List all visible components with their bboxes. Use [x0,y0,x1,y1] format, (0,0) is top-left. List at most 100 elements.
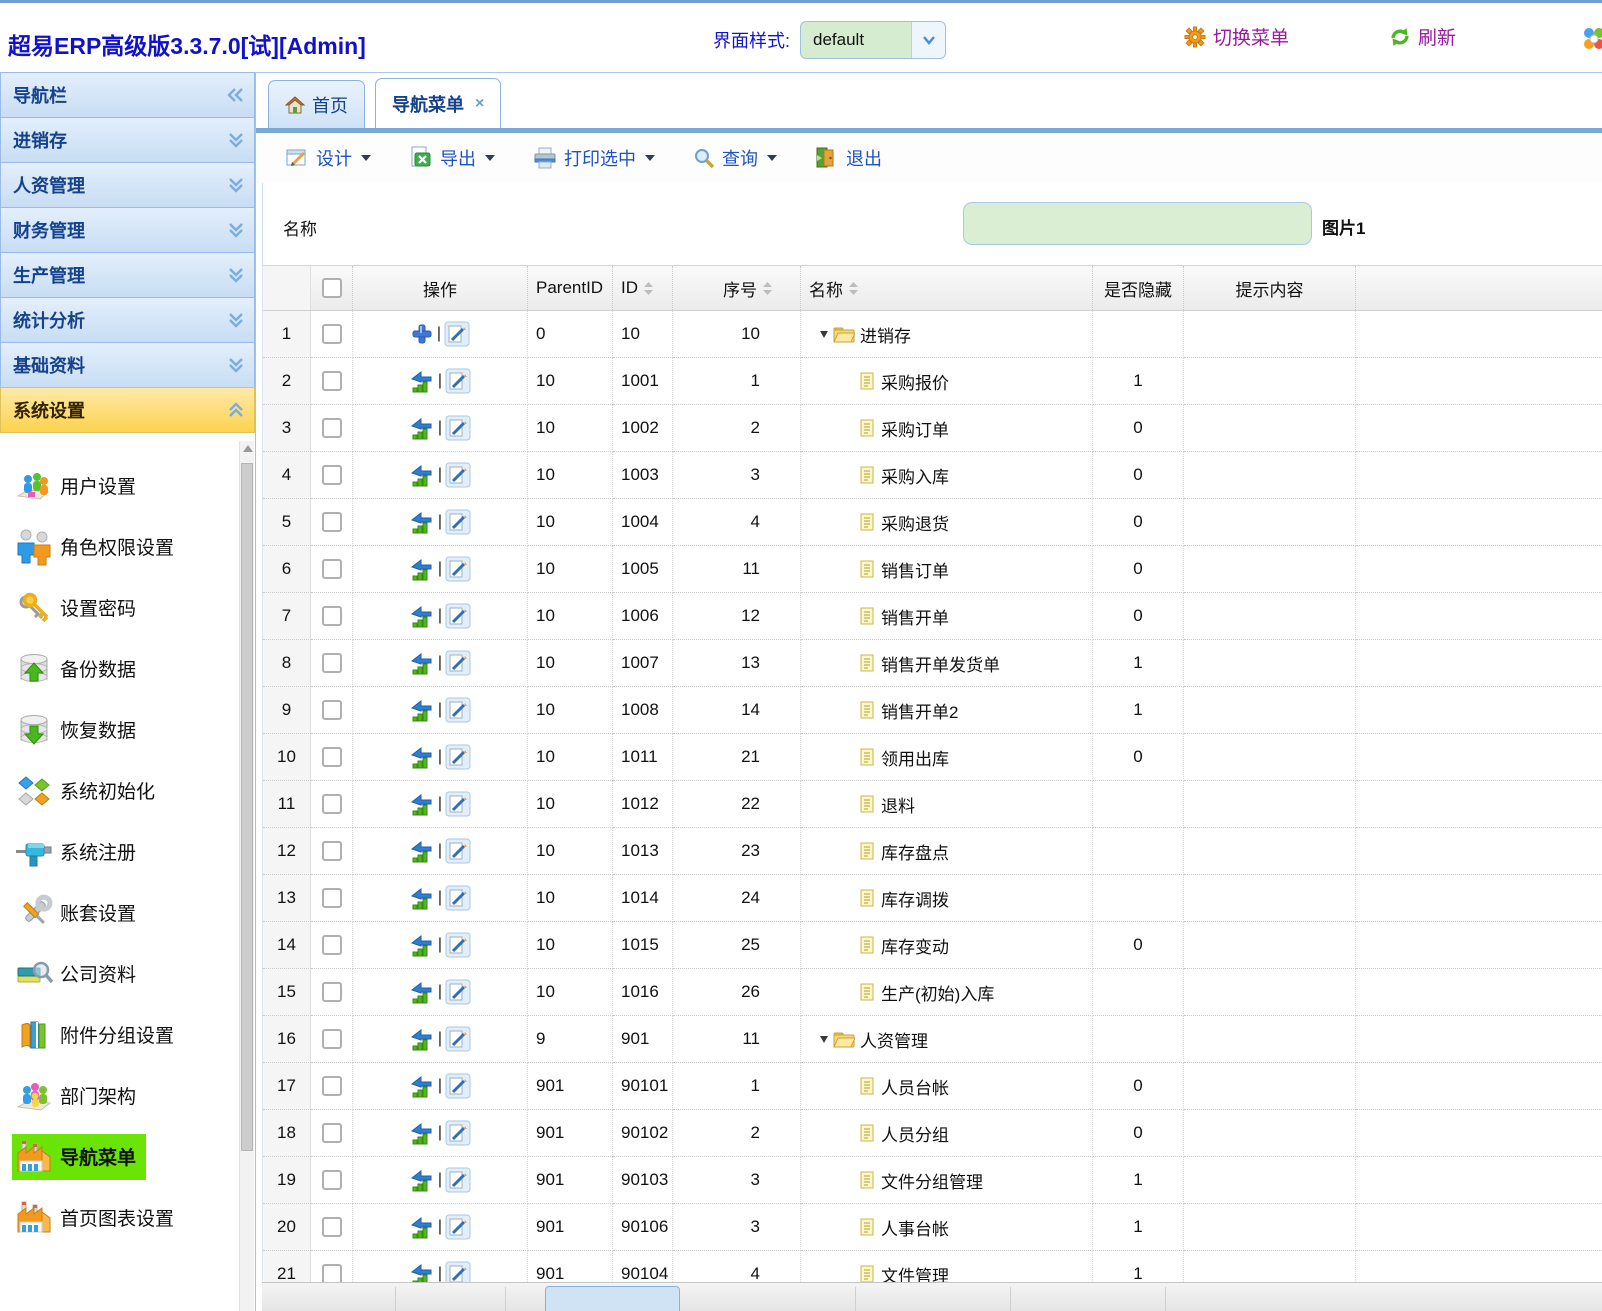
row-checkbox[interactable] [322,324,342,344]
community-icon[interactable] [1578,23,1602,55]
header-seq[interactable]: 序号 [673,266,801,310]
scrollbar-thumb[interactable] [241,463,253,1151]
move-icon[interactable] [409,556,435,582]
move-icon[interactable] [409,744,435,770]
node-label[interactable]: 人事台帐 [881,1215,949,1240]
node-label[interactable]: 库存盘点 [881,839,949,864]
move-icon[interactable] [409,791,435,817]
sidebar-accordion-item-8[interactable]: 系统设置 [0,387,255,433]
toolbar-button-5[interactable]: 退出 [815,145,882,171]
edit-icon[interactable] [445,885,471,911]
row-checkbox[interactable] [322,841,342,861]
header-parentid[interactable]: ParentID [528,266,613,310]
row-checkbox[interactable] [322,982,342,1002]
node-label[interactable]: 库存变动 [881,933,949,958]
node-label[interactable]: 销售订单 [881,557,949,582]
move-icon[interactable] [409,1026,435,1052]
edit-icon[interactable] [445,556,471,582]
row-checkbox[interactable] [322,1076,342,1096]
sidebar-item-5[interactable]: 恢复数据 [0,699,238,760]
row-checkbox[interactable] [322,465,342,485]
toolbar-button-2[interactable]: 导出 [409,145,495,171]
node-label[interactable]: 库存调拨 [881,886,949,911]
header-operation[interactable]: 操作 [353,266,528,310]
move-icon[interactable] [409,1167,435,1193]
move-icon[interactable] [409,462,435,488]
sidebar-item-1[interactable]: 用户设置 [0,455,238,516]
sidebar-accordion-item-2[interactable]: 进销存 [0,117,255,163]
row-checkbox[interactable] [322,1029,342,1049]
header-name[interactable]: 名称 [801,266,1093,310]
header-tip[interactable]: 提示内容 [1184,266,1356,310]
row-checkbox[interactable] [322,559,342,579]
edit-icon[interactable] [445,415,471,441]
sidebar-item-13[interactable]: 首页图表设置 [0,1187,238,1248]
row-checkbox[interactable] [322,888,342,908]
toolbar-button-3[interactable]: 打印选中 [533,145,655,171]
edit-icon[interactable] [445,1167,471,1193]
edit-icon[interactable] [445,1214,471,1240]
move-icon[interactable] [409,885,435,911]
sort-icon[interactable] [763,282,772,295]
node-label[interactable]: 销售开单发货单 [881,651,1000,676]
move-icon[interactable] [409,1120,435,1146]
sidebar-item-4[interactable]: 备份数据 [0,638,238,699]
sort-icon[interactable] [644,282,653,295]
tab[interactable]: 首页 [268,80,365,128]
switch-menu-button[interactable]: 切换菜单 [1183,23,1289,50]
move-icon[interactable] [409,979,435,1005]
style-select[interactable]: default [800,21,946,59]
row-checkbox[interactable] [322,606,342,626]
move-icon[interactable] [409,415,435,441]
row-checkbox[interactable] [322,935,342,955]
edit-icon[interactable] [445,744,471,770]
row-checkbox[interactable] [322,1217,342,1237]
move-icon[interactable] [409,1214,435,1240]
sidebar-item-11[interactable]: 部门架构 [0,1065,238,1126]
row-checkbox[interactable] [322,700,342,720]
chevron-down-icon[interactable] [911,22,945,58]
edit-icon[interactable] [445,462,471,488]
row-checkbox[interactable] [322,653,342,673]
row-checkbox[interactable] [322,747,342,767]
edit-icon[interactable] [445,1120,471,1146]
row-checkbox[interactable] [322,371,342,391]
node-label[interactable]: 进销存 [860,322,911,347]
node-label[interactable]: 人员台帐 [881,1074,949,1099]
node-label[interactable]: 领用出库 [881,745,949,770]
node-label[interactable]: 采购入库 [881,463,949,488]
node-label[interactable]: 退料 [881,792,915,817]
move-icon[interactable] [409,932,435,958]
move-icon[interactable] [409,368,435,394]
sort-icon[interactable] [849,282,858,295]
move-icon[interactable] [409,603,435,629]
edit-icon[interactable] [445,603,471,629]
edit-icon[interactable] [445,791,471,817]
search-input[interactable] [963,202,1312,245]
sidebar-item-7[interactable]: 系统注册 [0,821,238,882]
sidebar-scrollbar[interactable] [239,441,254,1311]
sidebar-item-3[interactable]: 设置密码 [0,577,238,638]
pagination-bar[interactable] [262,1282,1602,1311]
node-label[interactable]: 人员分组 [881,1121,949,1146]
sidebar-accordion-item-4[interactable]: 财务管理 [0,207,255,253]
pager-page-cell[interactable] [545,1286,680,1311]
sidebar-accordion-item-7[interactable]: 基础资料 [0,342,255,388]
row-checkbox[interactable] [322,418,342,438]
add-icon[interactable] [410,322,434,346]
sidebar-accordion-item-3[interactable]: 人资管理 [0,162,255,208]
edit-icon[interactable] [445,1073,471,1099]
row-checkbox[interactable] [322,794,342,814]
node-label[interactable]: 生产(初始)入库 [881,980,994,1005]
node-label[interactable]: 销售开单2 [881,698,958,723]
sidebar-accordion-item-6[interactable]: 统计分析 [0,297,255,343]
edit-icon[interactable] [445,509,471,535]
node-label[interactable]: 销售开单 [881,604,949,629]
row-checkbox[interactable] [322,512,342,532]
row-checkbox[interactable] [322,1264,342,1284]
edit-icon[interactable] [445,838,471,864]
refresh-button[interactable]: 刷新 [1388,23,1456,50]
edit-icon[interactable] [445,650,471,676]
edit-icon[interactable] [445,932,471,958]
edit-icon[interactable] [445,1026,471,1052]
